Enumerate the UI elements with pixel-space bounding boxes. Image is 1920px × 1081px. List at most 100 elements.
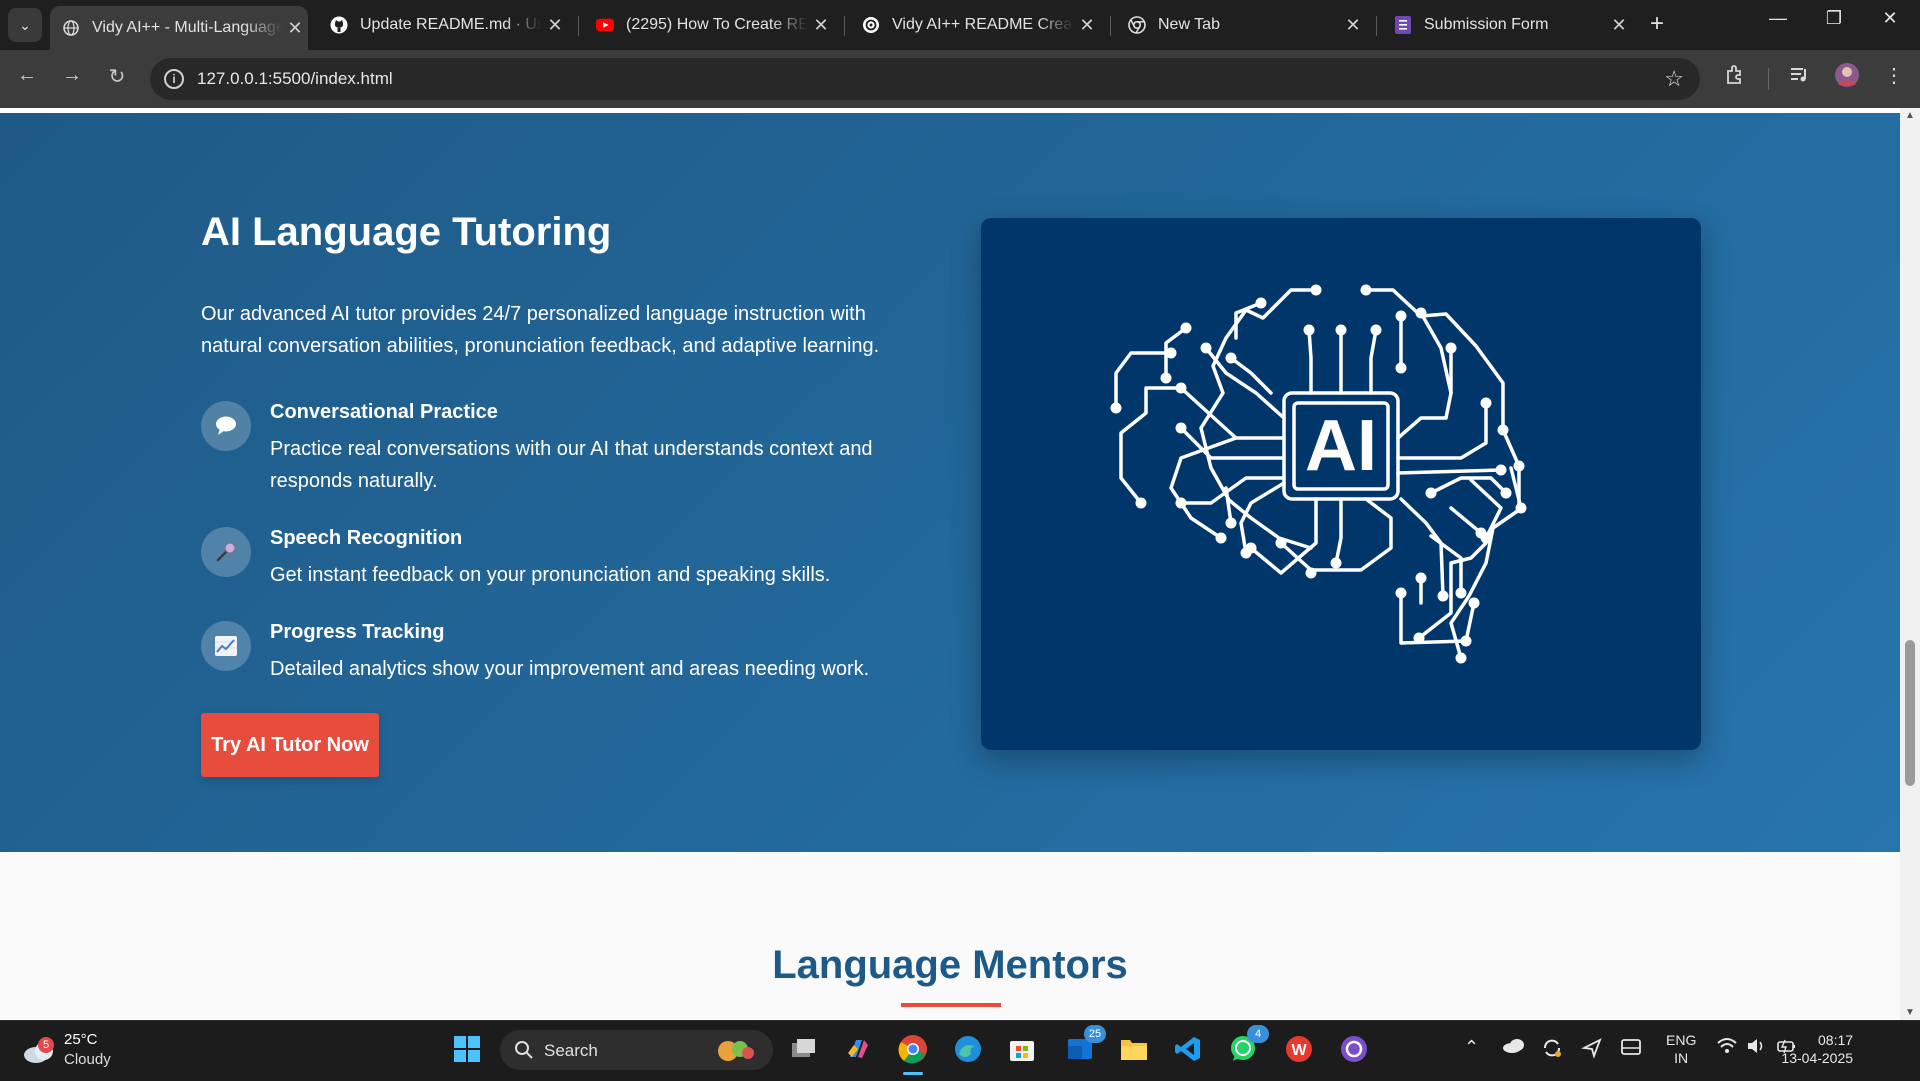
media-controls-icon[interactable] <box>1788 63 1810 91</box>
outlook-icon[interactable]: 25 <box>1062 1025 1106 1067</box>
notification-badge: 4 <box>1247 1025 1269 1043</box>
tab-strip: ⌄ Vidy AI++ - Multi-Language ✕ Update RE… <box>0 0 1920 50</box>
file-explorer-icon[interactable] <box>1116 1031 1152 1067</box>
tab-vidy-ai[interactable]: Vidy AI++ - Multi-Language ✕ <box>50 6 308 50</box>
active-app-indicator <box>903 1072 923 1075</box>
search-highlight-icon <box>718 1041 754 1061</box>
svg-text:W: W <box>1291 1042 1307 1059</box>
address-bar[interactable]: i 127.0.0.1:5500/index.html ☆ <box>150 58 1700 100</box>
openai-icon <box>862 16 880 34</box>
tray-overflow-chevron-icon[interactable]: ⌃ <box>1464 1037 1479 1058</box>
forward-button[interactable]: → <box>57 64 87 87</box>
tab-submission-form[interactable]: Submission Form ✕ <box>1382 6 1632 44</box>
tab-divider <box>578 16 579 36</box>
windows-start-button[interactable] <box>449 1031 485 1067</box>
scroll-down-arrow[interactable]: ▼ <box>1905 1007 1915 1018</box>
youtube-icon <box>596 16 614 34</box>
tab-chatgpt[interactable]: Vidy AI++ README Creation ✕ <box>850 6 1100 44</box>
minimize-button[interactable]: — <box>1758 8 1798 29</box>
feature-description: Detailed analytics show your improvement… <box>270 658 870 680</box>
close-icon[interactable]: ✕ <box>1074 15 1100 36</box>
close-icon[interactable]: ✕ <box>542 15 568 36</box>
menu-kebab-icon[interactable]: ⋮ <box>1884 63 1904 88</box>
github-icon <box>330 16 348 34</box>
send-arrow-icon[interactable] <box>1580 1037 1603 1064</box>
region-code: IN <box>1674 1050 1689 1066</box>
scroll-up-arrow[interactable]: ▲ <box>1905 110 1915 121</box>
copilot-icon[interactable] <box>840 1031 876 1067</box>
feature-title: Speech Recognition <box>270 527 463 549</box>
input-indicator-icon[interactable] <box>1620 1037 1642 1062</box>
edge-icon[interactable] <box>950 1031 986 1067</box>
github-desktop-icon[interactable] <box>1336 1031 1372 1067</box>
system-clock[interactable]: 08:17 13-04-2025 <box>1781 1031 1854 1067</box>
close-icon[interactable]: ✕ <box>1340 15 1366 36</box>
profile-avatar[interactable] <box>1834 62 1860 94</box>
feature-title: Conversational Practice <box>270 401 498 423</box>
tab-search-button[interactable]: ⌄ <box>8 8 42 42</box>
tab-new-tab[interactable]: New Tab ✕ <box>1116 6 1366 44</box>
taskbar-search-box[interactable]: Search <box>500 1030 773 1070</box>
tab-divider <box>1110 16 1111 36</box>
bookmark-star-icon[interactable]: ☆ <box>1664 66 1684 92</box>
tab-title: Submission Form <box>1424 16 1549 33</box>
tab-title: New Tab <box>1158 16 1220 33</box>
url-text[interactable]: 127.0.0.1:5500/index.html <box>197 69 393 89</box>
close-window-button[interactable]: ✕ <box>1870 8 1910 29</box>
close-icon[interactable]: ✕ <box>282 18 308 39</box>
language-indicator[interactable]: ENG IN <box>1666 1031 1696 1067</box>
reload-button[interactable]: ↻ <box>102 64 132 89</box>
tab-youtube[interactable]: (2295) How To Create REAL ✕ <box>584 6 834 44</box>
chrome-taskbar-icon[interactable] <box>895 1031 931 1075</box>
speech-bubble-icon <box>201 401 251 451</box>
weather-condition: Cloudy <box>64 1051 111 1068</box>
scrollbar-thumb[interactable] <box>1905 640 1915 786</box>
back-button[interactable]: ← <box>12 64 42 87</box>
new-tab-button[interactable]: + <box>1650 10 1664 38</box>
close-icon[interactable]: ✕ <box>1606 15 1632 36</box>
tab-github[interactable]: Update README.md · Usm ✕ <box>318 6 568 44</box>
tab-divider <box>1376 16 1377 36</box>
tab-title: Update README.md · Usm <box>360 16 542 33</box>
language-code: ENG <box>1666 1032 1697 1048</box>
chart-icon <box>201 621 251 671</box>
wifi-icon[interactable] <box>1716 1037 1738 1060</box>
windows-logo-icon <box>454 1036 480 1062</box>
feature-title: Progress Tracking <box>270 621 445 643</box>
notification-badge: 25 <box>1084 1025 1106 1043</box>
toolbar-divider <box>1768 68 1769 90</box>
task-view-icon[interactable] <box>786 1031 822 1067</box>
windows-taskbar: 5 25°C Cloudy Search 25 4 W ⌃ ENG IN 08:… <box>0 1020 1920 1081</box>
chevron-down-icon: ⌄ <box>19 16 31 33</box>
try-ai-tutor-button[interactable]: Try AI Tutor Now <box>201 713 379 777</box>
restore-button[interactable]: ❐ <box>1814 8 1854 29</box>
chrome-icon <box>1128 16 1146 34</box>
search-icon <box>515 1041 533 1059</box>
site-info-icon[interactable]: i <box>164 69 184 89</box>
extensions-icon[interactable] <box>1724 63 1746 91</box>
clock-time: 08:17 <box>1818 1032 1854 1048</box>
whatsapp-icon[interactable]: 4 <box>1225 1025 1269 1067</box>
vscode-icon[interactable] <box>1170 1031 1206 1067</box>
browser-toolbar: ← → ↻ i 127.0.0.1:5500/index.html ☆ ⋮ <box>0 50 1920 108</box>
section-title: AI Language Tutoring <box>201 210 612 254</box>
wps-office-icon[interactable]: W <box>1281 1031 1317 1067</box>
close-icon[interactable]: ✕ <box>808 15 834 36</box>
weather-badge: 5 <box>38 1037 54 1053</box>
feature-description: Get instant feedback on your pronunciati… <box>270 564 831 586</box>
ai-tutoring-section: AI Language Tutoring Our advanced AI tut… <box>0 108 1900 852</box>
tab-title: (2295) How To Create REAL <box>626 16 808 33</box>
page-scrollbar[interactable]: ▲ ▼ <box>1900 108 1920 1020</box>
mentors-section-title: Language Mentors <box>772 943 1128 987</box>
ai-chip-label: AI <box>1305 406 1377 486</box>
tab-title: Vidy AI++ README Creation <box>892 16 1074 33</box>
volume-icon[interactable] <box>1746 1037 1768 1060</box>
section-description: Our advanced AI tutor provides 24/7 pers… <box>201 303 880 357</box>
sync-icon[interactable] <box>1541 1037 1563 1064</box>
page-viewport: AI Language Tutoring Our advanced AI tut… <box>0 108 1900 1020</box>
microsoft-store-icon[interactable] <box>1004 1031 1040 1067</box>
search-label: Search <box>544 1041 598 1060</box>
tab-divider <box>844 16 845 36</box>
onedrive-cloud-icon[interactable] <box>1502 1037 1526 1058</box>
forms-icon <box>1394 16 1412 34</box>
